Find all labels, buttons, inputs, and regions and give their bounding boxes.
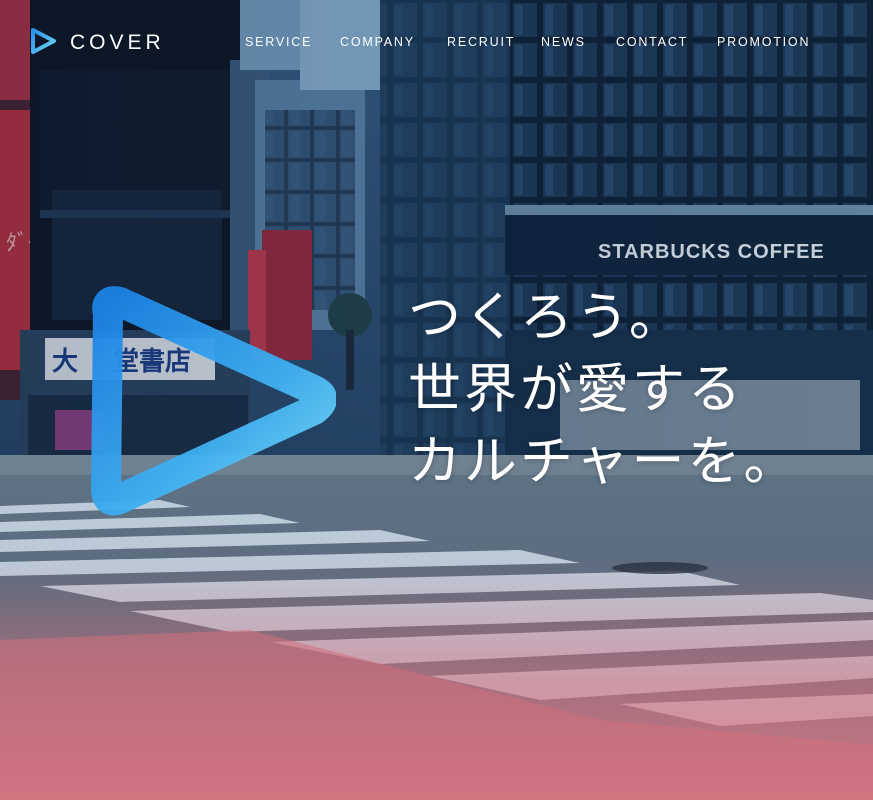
nav-item-promotion[interactable]: PROMOTION [717,35,810,49]
site-header: COVER SERVICE COMPANY RECRUIT NEWS CONTA… [0,0,873,88]
nav-item-service[interactable]: SERVICE [245,35,312,49]
headline-line-2: 世界が愛する [408,359,744,420]
main-nav: SERVICE COMPANY RECRUIT NEWS CONTACT PRO… [0,35,873,55]
hero-play-mark-icon [91,286,336,516]
hero-section: ﾀﾞｲﾄ STARBUCKS COFFEE 大 堂書店 [0,0,873,800]
nav-item-recruit[interactable]: RECRUIT [447,35,515,49]
nav-item-company[interactable]: COMPANY [340,35,415,49]
hero-headline: つくろう。 世界が愛する カルチャーを。 [408,282,868,498]
nav-item-contact[interactable]: CONTACT [616,35,688,49]
headline-line-1: つくろう。 [408,287,685,348]
headline-line-3: カルチャーを。 [408,431,800,492]
nav-item-news[interactable]: NEWS [541,35,586,49]
